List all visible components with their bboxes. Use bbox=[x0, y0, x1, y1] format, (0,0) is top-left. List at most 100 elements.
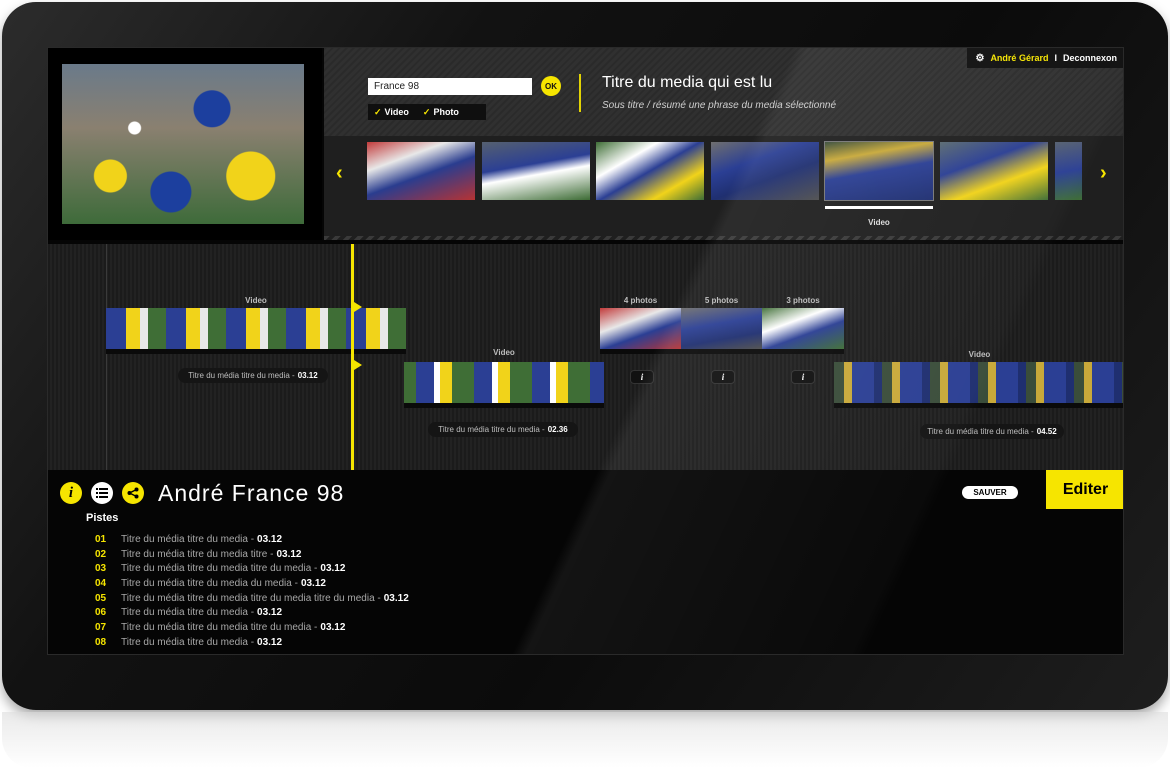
track-title: Titre du média titre du media titre du m… bbox=[121, 592, 381, 604]
track-row[interactable]: 08 Titre du média titre du media -03.12 bbox=[95, 635, 409, 650]
track-row[interactable]: 04 Titre du média titre du media du media… bbox=[95, 576, 409, 591]
clip-caption: Titre du média titre du media -04.52 bbox=[920, 424, 1064, 439]
track-row[interactable]: 06 Titre du média titre du media -03.12 bbox=[95, 605, 409, 620]
list-icon[interactable] bbox=[91, 482, 113, 504]
selected-indicator bbox=[825, 206, 933, 209]
timeline-clip-video[interactable] bbox=[404, 362, 604, 408]
logout-link[interactable]: Deconnexon bbox=[1063, 53, 1117, 63]
clip-caption-title: Titre du média titre du media - bbox=[188, 371, 295, 380]
check-icon: ✓ bbox=[374, 106, 382, 117]
strip-thumb[interactable] bbox=[711, 142, 819, 200]
track-number: 08 bbox=[95, 636, 107, 648]
track-duration: 03.12 bbox=[257, 636, 283, 648]
media-filters: ✓ Video ✓ Photo bbox=[368, 104, 486, 120]
timeline-photo-group[interactable] bbox=[600, 308, 681, 354]
timeline-clip-video[interactable] bbox=[106, 308, 406, 354]
track-title: Titre du média titre du media - bbox=[121, 636, 255, 648]
search-ok-button[interactable]: OK bbox=[541, 76, 561, 96]
track-title: Titre du média titre du media du media - bbox=[121, 577, 298, 589]
playhead-marker bbox=[354, 360, 362, 370]
track-row[interactable]: 07 Titre du média titre du media titre du… bbox=[95, 620, 409, 635]
edit-button[interactable]: Editer bbox=[1046, 470, 1123, 509]
info-icon[interactable]: i bbox=[60, 482, 82, 504]
photo-group-label: 4 photos bbox=[623, 296, 658, 305]
track-number: 05 bbox=[95, 592, 107, 604]
user-name[interactable]: André Gérard bbox=[990, 53, 1048, 63]
track-duration: 03.12 bbox=[320, 563, 346, 575]
tablet-reflection bbox=[2, 712, 1168, 768]
strip-thumb[interactable] bbox=[940, 142, 1048, 200]
header-panel: ⚙ André Gérard I Deconnexon OK ✓Video ✓P… bbox=[324, 48, 1123, 136]
filter-video[interactable]: ✓ Video bbox=[374, 107, 409, 118]
share-icon[interactable] bbox=[122, 482, 144, 504]
clip-type-label: Video bbox=[968, 350, 991, 359]
track-duration: 03.12 bbox=[383, 592, 409, 604]
clip-caption-duration: 02.36 bbox=[547, 425, 568, 434]
user-box: ⚙ André Gérard I Deconnexon bbox=[967, 48, 1123, 68]
save-button[interactable]: SAUVER bbox=[962, 486, 1018, 499]
track-title: Titre du média titre du media - bbox=[121, 607, 255, 619]
strip-thumb-selected[interactable] bbox=[824, 141, 934, 201]
selected-thumb-caption: Video bbox=[868, 218, 890, 227]
clip-caption-title: Titre du média titre du media - bbox=[927, 427, 1034, 436]
track-row[interactable]: 03 Titre du média titre du media titre du… bbox=[95, 561, 409, 576]
strip-separator bbox=[324, 236, 1123, 240]
track-row[interactable]: 01 Titre du média titre du media -03.12 bbox=[95, 532, 409, 547]
clip-caption-title: Titre du média titre du media - bbox=[438, 425, 545, 434]
strip-thumb[interactable] bbox=[367, 142, 475, 200]
track-title: Titre du média titre du media - bbox=[121, 533, 255, 545]
timeline-photo-group[interactable] bbox=[762, 308, 844, 354]
timeline-photo-group[interactable] bbox=[681, 308, 762, 354]
track-title: Titre du média titre du media titre du m… bbox=[121, 621, 318, 633]
timeline[interactable]: Video Titre du média titre du media -03.… bbox=[48, 244, 1123, 470]
track-row[interactable]: 02 Titre du média titre du media titre -0… bbox=[95, 547, 409, 562]
track-number: 07 bbox=[95, 621, 107, 633]
track-row[interactable]: 05 Titre du média titre du media titre du… bbox=[95, 591, 409, 606]
media-subtitle: Sous titre / résumé une phrase du media … bbox=[602, 100, 837, 111]
chevron-right-icon[interactable]: › bbox=[1100, 162, 1107, 185]
user-separator: I bbox=[1054, 53, 1057, 63]
track-number: 02 bbox=[95, 548, 107, 560]
timeline-clip-video[interactable] bbox=[834, 362, 1123, 408]
search-input[interactable] bbox=[368, 78, 532, 95]
track-duration: 03.12 bbox=[320, 621, 346, 633]
playhead-marker bbox=[354, 302, 362, 312]
header-divider bbox=[579, 74, 581, 112]
preview-image[interactable] bbox=[62, 64, 304, 224]
media-title: Titre du media qui est lu bbox=[602, 74, 773, 91]
track-duration: 03.12 bbox=[276, 548, 302, 560]
filter-photo-label: Photo bbox=[433, 106, 459, 117]
clip-caption: Titre du média titre du media -02.36 bbox=[428, 422, 578, 437]
filter-video-label: Video bbox=[384, 106, 409, 117]
timeline-start-rule bbox=[106, 244, 107, 470]
track-list: 01 Titre du média titre du media -03.12 0… bbox=[95, 532, 409, 650]
info-icon[interactable]: i bbox=[711, 370, 735, 384]
track-number: 06 bbox=[95, 607, 107, 619]
strip-thumb[interactable] bbox=[482, 142, 590, 200]
clip-caption-duration: 04.52 bbox=[1036, 427, 1057, 436]
info-icon[interactable]: i bbox=[791, 370, 815, 384]
track-number: 03 bbox=[95, 563, 107, 575]
photo-group-label: 5 photos bbox=[704, 296, 739, 305]
tracks-heading: Pistes bbox=[86, 512, 119, 524]
strip-thumb[interactable] bbox=[1055, 142, 1082, 200]
chevron-left-icon[interactable]: ‹ bbox=[336, 162, 343, 185]
project-footer: i André France 98 SAUVER Editer Pistes 0… bbox=[48, 470, 1123, 654]
clip-caption: Titre du média titre du media -03.12 bbox=[178, 368, 328, 383]
track-number: 01 bbox=[95, 533, 107, 545]
media-strip: ‹ › Video bbox=[324, 136, 1123, 240]
gear-icon[interactable]: ⚙ bbox=[975, 53, 984, 64]
track-number: 04 bbox=[95, 577, 107, 589]
filter-photo[interactable]: ✓ Photo bbox=[423, 107, 459, 118]
strip-thumb[interactable] bbox=[596, 142, 704, 200]
track-title: Titre du média titre du media titre - bbox=[121, 548, 274, 560]
track-duration: 03.12 bbox=[300, 577, 326, 589]
photo-group-label: 3 photos bbox=[786, 296, 820, 305]
track-duration: 03.12 bbox=[257, 533, 283, 545]
info-icon[interactable]: i bbox=[630, 370, 654, 384]
track-duration: 03.12 bbox=[257, 607, 283, 619]
app-screen: ⚙ André Gérard I Deconnexon OK ✓Video ✓P… bbox=[47, 47, 1124, 655]
playhead[interactable] bbox=[351, 244, 354, 470]
clip-caption-duration: 03.12 bbox=[297, 371, 318, 380]
check-icon: ✓ bbox=[422, 106, 431, 117]
